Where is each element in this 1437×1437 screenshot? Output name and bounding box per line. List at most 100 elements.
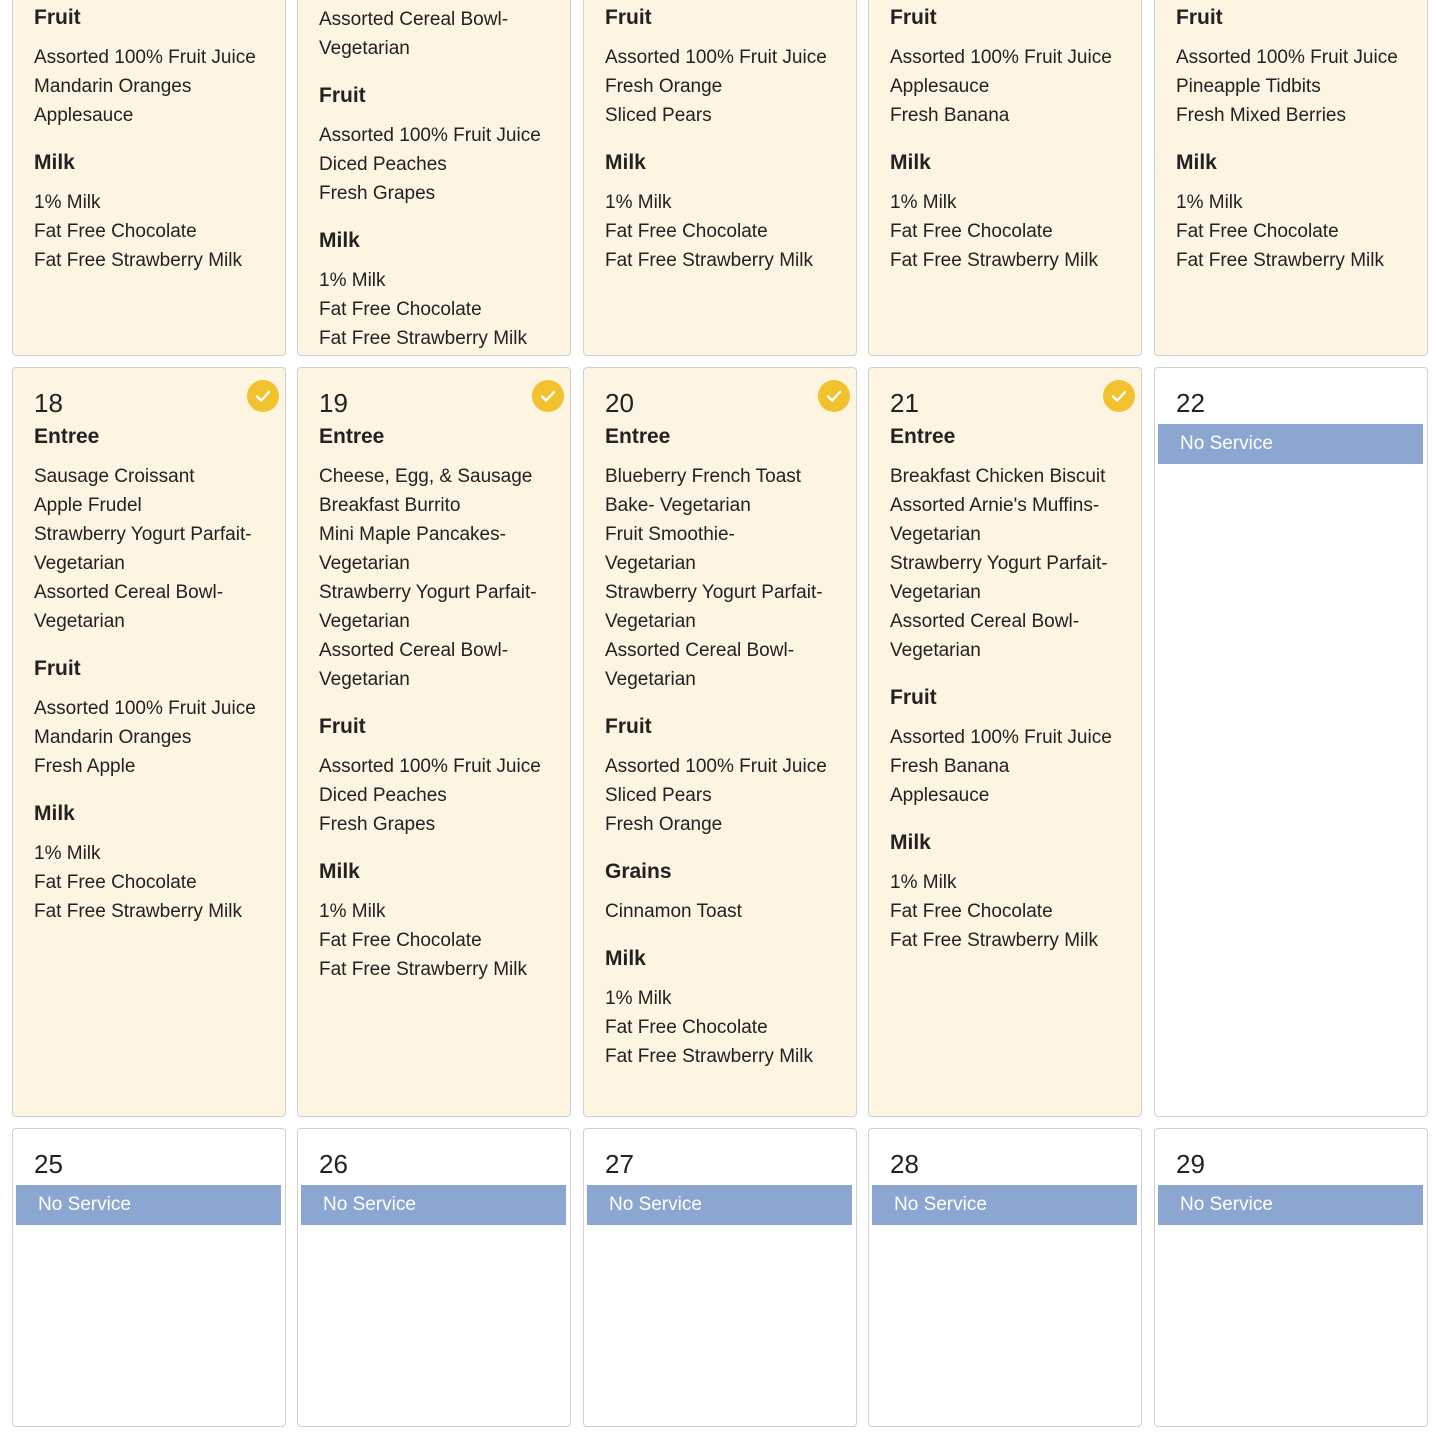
menu-item: Fat Free Strawberry Milk: [34, 250, 242, 271]
menu-group: Fruit Assorted 100% Fruit Juice Diced Peac…: [319, 714, 562, 839]
menu-item: Applesauce: [34, 105, 134, 126]
menu-item: Sliced Pears: [605, 105, 712, 126]
menu-item: Assorted 100% Fruit Juice: [1176, 47, 1398, 68]
menu-content: Fruit Assorted 100% Fruit Juice Fresh Oran…: [605, 5, 848, 295]
menu-item: Fat Free Chocolate: [890, 901, 1053, 922]
menu-item: Assorted 100% Fruit Juice: [890, 727, 1112, 748]
day-cell-26[interactable]: 26 No Service: [297, 1128, 571, 1427]
menu-item: Breakfast Chicken Biscuit: [890, 466, 1106, 487]
no-service-banner: No Service: [16, 1185, 281, 1225]
day-cell-19[interactable]: 19 Entree Cheese, Egg, & Sausage Breakfast …: [297, 367, 571, 1117]
menu-item: Breakfast Burrito: [319, 495, 461, 516]
day-number: 29: [1176, 1149, 1205, 1179]
day-cell[interactable]: Assorted Cereal Bowl- Vegetarian Fruit Asso…: [297, 0, 571, 356]
menu-item: 1% Milk: [319, 901, 386, 922]
menu-item: Fresh Grapes: [319, 183, 436, 204]
day-cell-29[interactable]: 29 No Service: [1154, 1128, 1428, 1427]
menu-item: Fresh Banana: [890, 105, 1010, 126]
menu-item: Vegetarian: [890, 582, 981, 603]
menu-category-milk: Milk: [319, 860, 360, 883]
menu-category-fruit: Fruit: [319, 715, 366, 738]
day-number: 18: [34, 388, 63, 418]
menu-group: Milk 1% Milk Fat Free Chocolate Fat Free St…: [34, 150, 277, 275]
menu-category-entree: Entree: [34, 425, 100, 448]
day-cell-25[interactable]: 25 No Service: [12, 1128, 286, 1427]
menu-category-fruit: Fruit: [890, 6, 937, 29]
checkmark-icon: [532, 380, 564, 412]
menu-item: Vegetarian: [319, 553, 410, 574]
menu-category-fruit: Fruit: [319, 84, 366, 107]
menu-group: Milk 1% Milk Fat Free Chocolate Fat Free St…: [890, 830, 1133, 955]
menu-item: Assorted Cereal Bowl-: [34, 582, 224, 603]
menu-category-entree: Entree: [319, 425, 385, 448]
menu-item: Assorted 100% Fruit Juice: [319, 756, 541, 777]
menu-item: Assorted 100% Fruit Juice: [319, 125, 541, 146]
menu-item: Fresh Orange: [605, 814, 723, 835]
checkmark-icon: [247, 380, 279, 412]
menu-item: 1% Milk: [605, 192, 672, 213]
menu-item: Cinnamon Toast: [605, 901, 742, 922]
day-cell-28[interactable]: 28 No Service: [868, 1128, 1142, 1427]
menu-item: Fat Free Strawberry Milk: [1176, 250, 1384, 271]
menu-item: Assorted 100% Fruit Juice: [34, 698, 256, 719]
day-cell[interactable]: Fruit Assorted 100% Fruit Juice Mandarin O…: [12, 0, 286, 356]
no-service-banner: No Service: [872, 1185, 1137, 1225]
day-cell[interactable]: Fruit Assorted 100% Fruit Juice Applesauce…: [868, 0, 1142, 356]
menu-item: 1% Milk: [890, 872, 957, 893]
day-cell[interactable]: Fruit Assorted 100% Fruit Juice Fresh Oran…: [583, 0, 857, 356]
menu-item: Mandarin Oranges: [34, 76, 192, 97]
menu-item: Vegetarian: [319, 669, 410, 690]
menu-item: Fat Free Chocolate: [319, 930, 482, 951]
menu-category-fruit: Fruit: [34, 6, 81, 29]
menu-item: Fat Free Strawberry Milk: [605, 1046, 813, 1067]
menu-item: Applesauce: [890, 76, 990, 97]
day-cell-21[interactable]: 21 Entree Breakfast Chicken Biscuit Assorte…: [868, 367, 1142, 1117]
menu-group: Milk 1% Milk Fat Free Chocolate Fat Free St…: [1176, 150, 1419, 275]
menu-item: Applesauce: [890, 785, 990, 806]
menu-item: Sausage Croissant: [34, 466, 195, 487]
menu-item: Fruit Smoothie-: [605, 524, 735, 545]
menu-item: Assorted 100% Fruit Juice: [605, 756, 827, 777]
menu-group: Entree Sausage Croissant Apple Frudel Straw…: [34, 424, 277, 636]
day-number: 27: [605, 1149, 634, 1179]
day-cell[interactable]: Fruit Assorted 100% Fruit Juice Pineapple …: [1154, 0, 1428, 356]
menu-item: Fat Free Strawberry Milk: [605, 250, 813, 271]
menu-group: Milk 1% Milk Fat Free Chocolate Fat Free St…: [605, 946, 848, 1071]
menu-content: Fruit Assorted 100% Fruit Juice Mandarin O…: [34, 5, 277, 295]
menu-group: Grains Cinnamon Toast: [605, 859, 848, 926]
day-cell-22[interactable]: 22 No Service: [1154, 367, 1428, 1117]
menu-item: Fresh Apple: [34, 756, 136, 777]
menu-group: Fruit Assorted 100% Fruit Juice Fresh Oran…: [605, 5, 848, 130]
menu-item: Strawberry Yogurt Parfait-: [605, 582, 823, 603]
day-cell-20[interactable]: 20 Entree Blueberry French Toast Bake- Vege…: [583, 367, 857, 1117]
menu-group: Entree Cheese, Egg, & Sausage Breakfast Bu…: [319, 424, 562, 694]
day-number: 25: [34, 1149, 63, 1179]
menu-item: Fat Free Strawberry Milk: [890, 930, 1098, 951]
menu-group: Fruit Assorted 100% Fruit Juice Diced Peac…: [319, 83, 562, 208]
menu-item: Strawberry Yogurt Parfait-: [34, 524, 252, 545]
menu-content: Assorted Cereal Bowl- Vegetarian Fruit Asso…: [319, 5, 562, 355]
menu-item: 1% Milk: [34, 192, 101, 213]
menu-item: Fat Free Chocolate: [319, 299, 482, 320]
day-number: 26: [319, 1149, 348, 1179]
menu-group: Milk 1% Milk Fat Free Chocolate Fat Free St…: [34, 801, 277, 926]
menu-category-fruit: Fruit: [34, 657, 81, 680]
menu-group: Fruit Assorted 100% Fruit Juice Applesauce…: [890, 5, 1133, 130]
menu-category-entree: Entree: [605, 425, 671, 448]
menu-content: Entree Sausage Croissant Apple Frudel Straw…: [34, 424, 277, 946]
menu-item: Fat Free Chocolate: [34, 872, 197, 893]
menu-item: Vegetarian: [890, 524, 981, 545]
menu-group: Fruit Assorted 100% Fruit Juice Mandarin O…: [34, 5, 277, 130]
day-cell-18[interactable]: 18 Entree Sausage Croissant Apple Frudel Str…: [12, 367, 286, 1117]
day-cell-27[interactable]: 27 No Service: [583, 1128, 857, 1427]
menu-item: Fresh Mixed Berries: [1176, 105, 1346, 126]
menu-category-fruit: Fruit: [605, 715, 652, 738]
menu-item: Vegetarian: [34, 553, 125, 574]
menu-item: Diced Peaches: [319, 785, 447, 806]
menu-item: Assorted 100% Fruit Juice: [890, 47, 1112, 68]
day-number: 19: [319, 388, 348, 418]
menu-category-grains: Grains: [605, 860, 672, 883]
menu-item: 1% Milk: [605, 988, 672, 1009]
menu-item: Fat Free Chocolate: [605, 221, 768, 242]
menu-group: Fruit Assorted 100% Fruit Juice Sliced Pea…: [605, 714, 848, 839]
